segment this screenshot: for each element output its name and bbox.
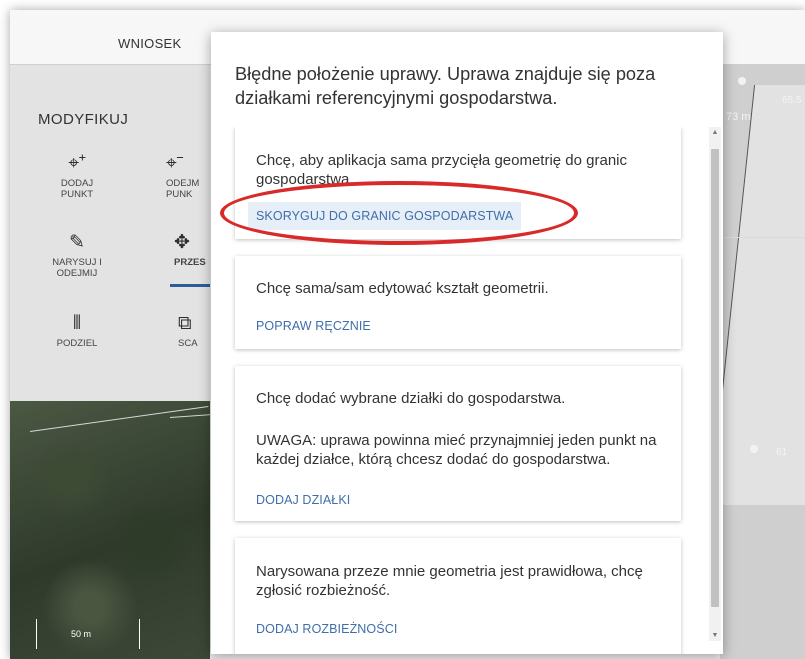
tool-label: NARYSUJ I ODEJMIJ bbox=[52, 257, 102, 279]
active-tool-indicator bbox=[170, 284, 210, 287]
option-note: UWAGA: uprawa powinna mieć przynajmniej … bbox=[256, 432, 657, 468]
trim-to-boundaries-button[interactable]: SKORYGUJ DO GRANIC GOSPODARSTWA bbox=[248, 202, 522, 230]
tool-label: ODEJM PUNK bbox=[166, 178, 200, 200]
split-button[interactable]: ⫴ PODZIEL bbox=[47, 313, 107, 349]
scroll-up-icon[interactable]: ▲ bbox=[709, 129, 721, 136]
parcel-boundary bbox=[720, 237, 805, 238]
distance-label: 73 m bbox=[726, 111, 751, 123]
parcel-polygon bbox=[720, 85, 805, 505]
add-point-icon: ⌖⁺ bbox=[68, 153, 86, 174]
split-icon: ⫴ bbox=[73, 313, 81, 334]
parcel-boundary bbox=[30, 405, 209, 432]
option-card-discrepancy: Narysowana przeze mnie geometria jest pr… bbox=[235, 538, 681, 654]
modify-tool-panel: MODYFIKUJ ⌖⁺ DODAJ PUNKT ⌖⁻ ODEJM PUNK ✎… bbox=[10, 65, 210, 401]
draw-subtract-button[interactable]: ✎ NARYSUJ I ODEJMIJ bbox=[47, 232, 107, 279]
scrollbar-thumb[interactable] bbox=[711, 149, 719, 607]
add-discrepancy-button[interactable]: DODAJ ROZBIEŻNOŚCI bbox=[256, 622, 397, 636]
tab-wniosek[interactable]: WNIOSEK bbox=[118, 36, 182, 51]
add-parcels-button[interactable]: DODAJ DZIAŁKI bbox=[256, 493, 350, 507]
option-text: Chcę sama/sam edytować kształt geometrii… bbox=[256, 280, 549, 297]
tool-label: DODAJ PUNKT bbox=[60, 178, 94, 200]
option-card-manual: Chcę sama/sam edytować kształt geometrii… bbox=[235, 256, 681, 349]
tool-label: PODZIEL bbox=[56, 338, 98, 349]
map-scale-bar: 50 m bbox=[36, 619, 140, 649]
options-list: Chcę, aby aplikacja sama przycięła geome… bbox=[211, 127, 709, 654]
scroll-down-icon[interactable]: ▼ bbox=[709, 632, 721, 639]
vertex-point[interactable] bbox=[750, 445, 758, 453]
vertex-point[interactable] bbox=[738, 77, 746, 85]
tool-label: PRZES bbox=[174, 257, 206, 268]
scale-label: 50 m bbox=[71, 629, 92, 639]
option-text: Chcę dodać wybrane działki do gospodarst… bbox=[256, 390, 566, 407]
map-view-right[interactable]: 73 m 65.5 61 bbox=[720, 65, 805, 659]
option-text: Chcę, aby aplikacja sama przycięła geome… bbox=[256, 152, 628, 188]
option-card-trim: Chcę, aby aplikacja sama przycięła geome… bbox=[235, 127, 681, 239]
draw-subtract-icon: ✎ bbox=[69, 232, 85, 253]
merge-button[interactable]: ⧉ SCA bbox=[174, 313, 210, 349]
remove-point-icon: ⌖⁻ bbox=[166, 153, 184, 174]
distance-label: 61 bbox=[776, 447, 788, 458]
panel-heading: MODYFIKUJ bbox=[38, 111, 129, 128]
distance-label: 65.5 bbox=[782, 95, 802, 106]
dialog-scrollbar[interactable]: ▲ ▼ bbox=[709, 127, 721, 641]
add-point-button[interactable]: ⌖⁺ DODAJ PUNKT bbox=[47, 153, 107, 200]
fix-manually-button[interactable]: POPRAW RĘCZNIE bbox=[256, 319, 371, 333]
move-button[interactable]: ✥ PRZES bbox=[168, 232, 210, 268]
option-text: Narysowana przeze mnie geometria jest pr… bbox=[256, 563, 643, 599]
error-dialog: Błędne położenie uprawy. Uprawa znajduje… bbox=[211, 32, 723, 654]
remove-point-button[interactable]: ⌖⁻ ODEJM PUNK bbox=[158, 153, 210, 200]
move-icon: ✥ bbox=[174, 232, 190, 253]
option-card-add-parcels: Chcę dodać wybrane działki do gospodarst… bbox=[235, 366, 681, 521]
dialog-title: Błędne położenie uprawy. Uprawa znajduje… bbox=[235, 64, 656, 108]
merge-icon: ⧉ bbox=[178, 313, 192, 334]
tool-label: SCA bbox=[178, 338, 198, 349]
